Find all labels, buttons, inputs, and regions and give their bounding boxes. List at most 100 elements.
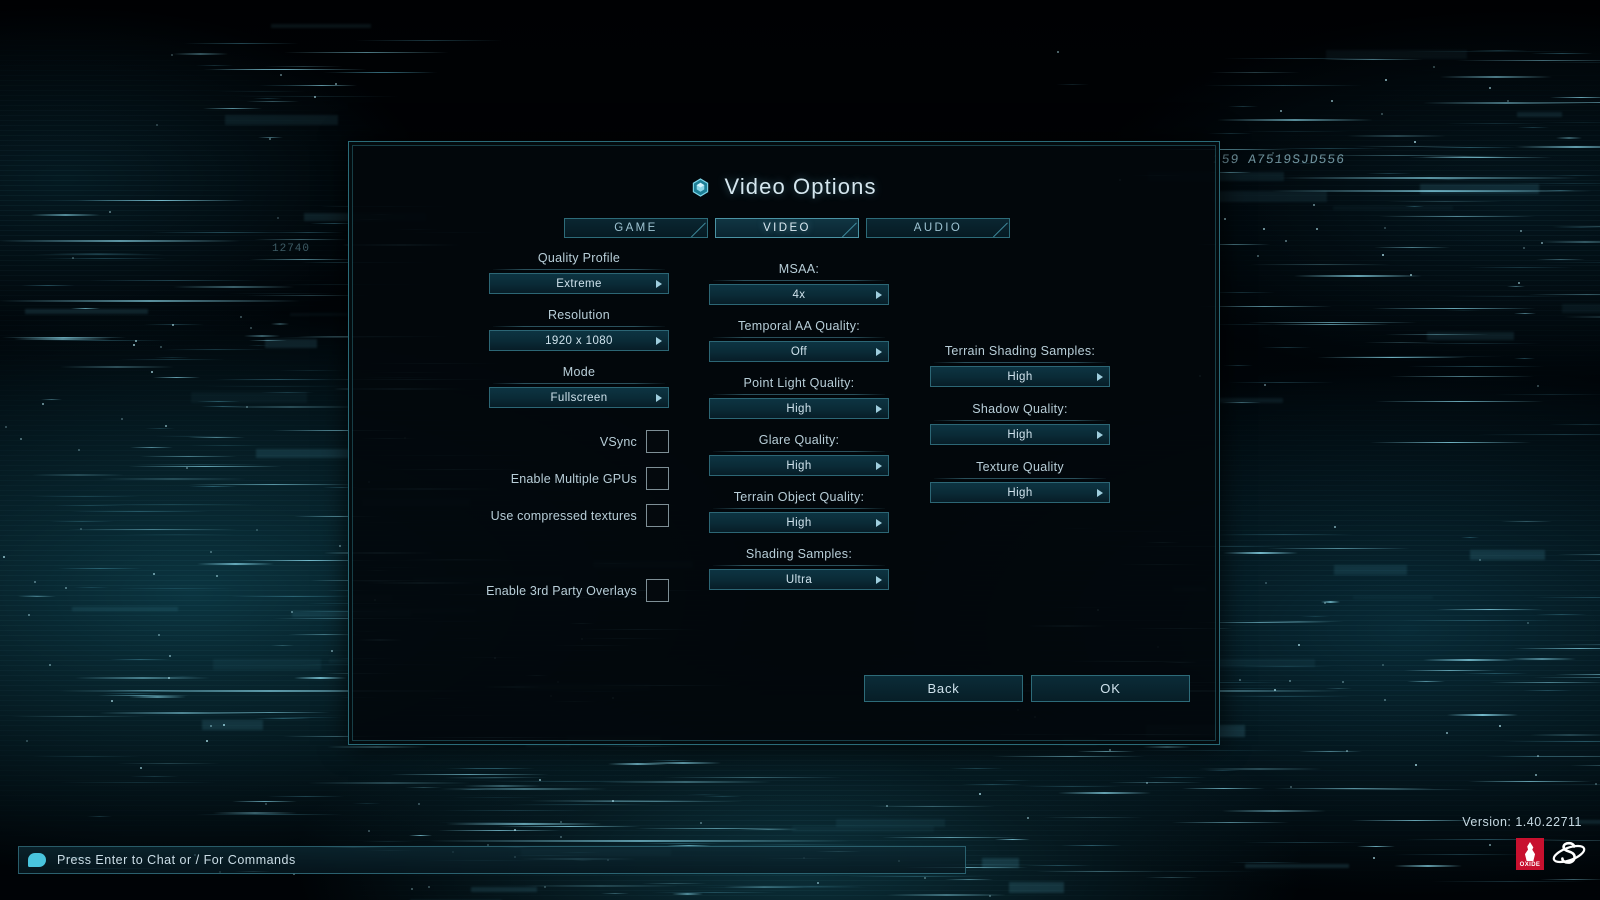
background-streak [452,796,543,798]
background-streak [1108,781,1203,783]
background-streak [20,285,76,287]
background-blob [1334,564,1407,576]
setting-label: Texture Quality [976,460,1064,474]
background-streak [1241,131,1349,133]
tab-game[interactable]: GAME [564,218,708,238]
dropdown-shadow-quality[interactable]: High [930,424,1110,445]
chevron-right-icon[interactable] [1097,488,1103,497]
chevron-right-icon[interactable] [656,336,662,345]
chat-input-bar[interactable]: Press Enter to Chat or / For Commands [18,846,966,874]
checkbox-row-enable-3rd-party-overlays[interactable]: Enable 3rd Party Overlays [486,579,669,602]
background-speck [1536,384,1539,387]
dropdown-resolution[interactable]: 1920 x 1080 [489,330,669,351]
background-speck [41,403,44,406]
background-speck [1384,699,1387,702]
checkbox-row-enable-multiple-gpus[interactable]: Enable Multiple GPUs [489,467,669,490]
background-streak [130,446,173,448]
background-blob [1009,881,1064,894]
background-streak [1313,789,1476,791]
background-streak [524,884,678,887]
background-streak [259,84,313,86]
background-streak [1527,783,1600,785]
dropdown-terrain-object-quality[interactable]: High [709,512,889,533]
dropdown-shading-samples[interactable]: Ultra [709,569,889,590]
dropdown-terrain-shading-samples[interactable]: High [930,366,1110,387]
background-streak [723,886,805,889]
background-speck [1382,254,1385,256]
background-blob [72,606,178,612]
dialog-title-row: Video Options [349,174,1219,200]
chevron-right-icon[interactable] [876,575,882,584]
background-streak [442,809,587,811]
dropdown-value: 4x [792,289,806,301]
checkbox-use-compressed-textures[interactable] [646,504,669,527]
dropdown-glare-quality[interactable]: High [709,455,889,476]
dropdown-point-light-quality[interactable]: High [709,398,889,419]
background-streak [49,520,115,522]
background-streak [1325,687,1353,689]
background-streak [1468,49,1528,51]
checkbox-vsync[interactable] [646,430,669,453]
background-streak [1371,308,1536,310]
checkbox-enable-multiple-gpus[interactable] [646,467,669,490]
background-streak [1461,672,1528,674]
background-streak [1467,780,1593,782]
background-streak [1203,85,1362,87]
background-streak [1531,52,1594,54]
chevron-right-icon[interactable] [1097,430,1103,439]
background-streak [1218,695,1352,697]
tab-video[interactable]: VIDEO [715,218,859,238]
dropdown-texture-quality[interactable]: High [930,482,1110,503]
background-streak [100,477,246,480]
dropdown-temporal-aa-quality[interactable]: Off [709,341,889,362]
background-speck [559,820,562,823]
background-speck [120,417,123,420]
background-streak [1171,821,1289,823]
back-button[interactable]: Back [864,675,1023,702]
settings-column-middle: MSAA: 4x Temporal AA Quality: Off Point Ligh… [709,258,889,600]
background-speck [20,438,23,441]
setting-quality-profile: Quality Profile Extreme [489,247,669,294]
chevron-right-icon[interactable] [656,279,662,288]
background-streak [211,68,315,70]
chevron-right-icon[interactable] [876,290,882,299]
checkbox-enable-3rd-party-overlays[interactable] [646,579,669,602]
background-speck [49,664,52,667]
background-blob [981,857,1020,869]
background-streak [1035,871,1165,873]
dropdown-mode[interactable]: Fullscreen [489,387,669,408]
ok-button[interactable]: OK [1031,675,1190,702]
background-speck [1109,748,1112,751]
background-speck [72,257,75,260]
chevron-right-icon[interactable] [876,347,882,356]
dropdown-quality-profile[interactable]: Extreme [489,273,669,294]
tab-audio[interactable]: AUDIO [866,218,1010,238]
checkbox-row-vsync[interactable]: VSync [489,430,669,453]
background-speck [816,882,819,885]
background-streak [34,254,164,256]
background-streak [361,840,415,842]
background-speck [335,83,338,86]
chevron-right-icon[interactable] [876,461,882,470]
chevron-right-icon[interactable] [656,393,662,402]
background-streak [945,879,993,881]
background-streak [235,96,400,98]
background-streak [1402,342,1543,344]
background-streak [1367,190,1538,192]
chevron-right-icon[interactable] [876,518,882,527]
background-streak [1528,294,1600,295]
background-streak [1351,819,1479,821]
background-speck [291,611,294,614]
background-streak [1332,355,1505,357]
checkbox-row-use-compressed-textures[interactable]: Use compressed textures [489,504,669,527]
dropdown-msaa[interactable]: 4x [709,284,889,305]
background-streak [57,567,142,569]
chat-bubble-icon [28,853,46,867]
setting-label: Glare Quality: [758,433,840,447]
background-speck [134,340,137,343]
chevron-right-icon[interactable] [876,404,882,413]
background-speck [699,821,702,824]
background-streak [88,280,258,282]
background-speck [215,575,218,578]
chevron-right-icon[interactable] [1097,372,1103,381]
